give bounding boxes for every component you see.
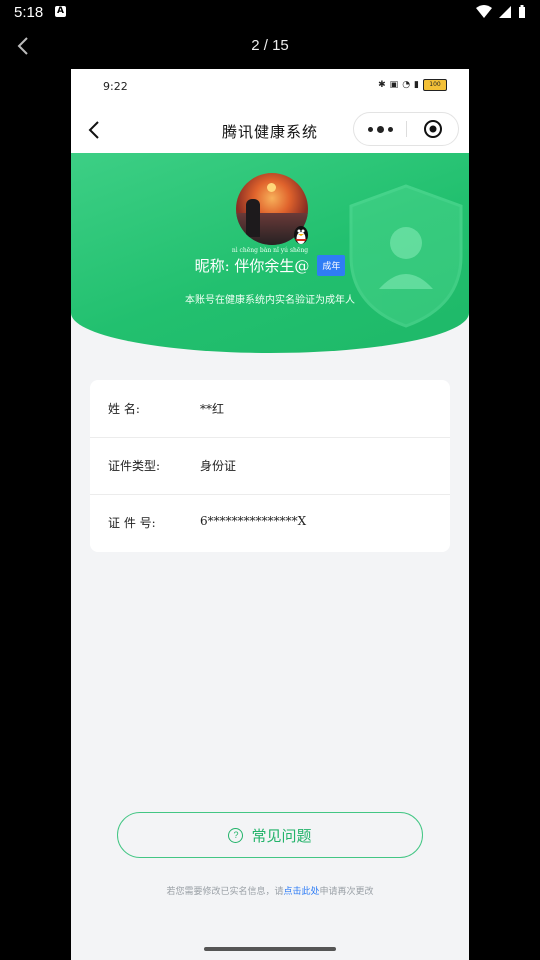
info-row-name: 姓 名: **红 xyxy=(90,380,450,438)
info-value: 6***************X xyxy=(200,514,307,528)
info-row-id-number: 证 件 号: 6***************X xyxy=(90,494,450,551)
qq-penguin-icon xyxy=(294,226,308,244)
status-bar: 5:18 A xyxy=(0,0,540,26)
info-label: 证件类型: xyxy=(108,459,161,473)
close-target-icon[interactable] xyxy=(423,119,443,139)
nickname-pinyin: nì chēng bàn nǐ yú shēng xyxy=(231,247,309,254)
page-counter: 2 / 15 xyxy=(251,37,289,54)
info-row-id-type: 证件类型: 身份证 xyxy=(90,437,450,495)
faq-button[interactable]: ? 常见问题 xyxy=(117,812,423,858)
info-value: **红 xyxy=(200,402,225,416)
bluetooth-icon: ✱ xyxy=(378,80,386,90)
info-label: 姓 名: xyxy=(108,402,140,416)
notification-icon: A xyxy=(55,6,66,17)
nickname: 昵称: 伴你余生@ xyxy=(194,257,310,275)
clock: 5:18 xyxy=(14,4,44,21)
wifi-icon xyxy=(476,5,492,18)
capsule-divider xyxy=(406,121,407,137)
wifi-icon: ◔ xyxy=(402,80,411,90)
system-icons xyxy=(476,5,526,19)
info-value: 身份证 xyxy=(200,459,237,473)
phone-status-bar: 9:22 ✱ ▣ ◔ ▮ 100 xyxy=(71,69,469,107)
nickname-row: nì chēng bàn nǐ yú shēng 昵称: 伴你余生@ 成年 xyxy=(71,247,469,276)
verification-note: 本账号在健康系统内实名验证为成年人 xyxy=(185,295,355,306)
footer-note: 若您需要修改已实名信息，请点击此处申请再次更改 xyxy=(166,887,374,897)
adult-badge: 成年 xyxy=(317,255,346,276)
capsule-menu xyxy=(353,112,459,146)
image-viewer-toolbar: 2 / 15 xyxy=(0,26,540,70)
signal-icon: ▮ xyxy=(414,80,419,90)
change-info-link[interactable]: 点击此处 xyxy=(283,887,319,897)
battery-icon xyxy=(519,5,525,18)
info-label: 证 件 号: xyxy=(108,516,156,530)
signal-icon xyxy=(499,6,511,18)
screenshot-image: 9:22 ✱ ▣ ◔ ▮ 100 腾讯健康系统 nì chēng bàn nǐ … xyxy=(71,69,469,960)
identity-card: 姓 名: **红 证件类型: 身份证 证 件 号: 6*************… xyxy=(90,380,450,552)
hd-icon: ▣ xyxy=(389,80,399,90)
battery-icon: 100 xyxy=(423,79,447,91)
more-icon[interactable] xyxy=(368,122,394,136)
faq-label: 常见问题 xyxy=(251,827,312,845)
phone-system-icons: ✱ ▣ ◔ ▮ 100 xyxy=(378,79,447,91)
mini-program-navbar: 腾讯健康系统 xyxy=(71,107,469,153)
profile-banner: nì chēng bàn nǐ yú shēng 昵称: 伴你余生@ 成年 本账号… xyxy=(71,153,469,353)
home-indicator xyxy=(204,947,336,951)
phone-clock: 9:22 xyxy=(103,80,128,93)
question-icon: ? xyxy=(228,828,244,843)
